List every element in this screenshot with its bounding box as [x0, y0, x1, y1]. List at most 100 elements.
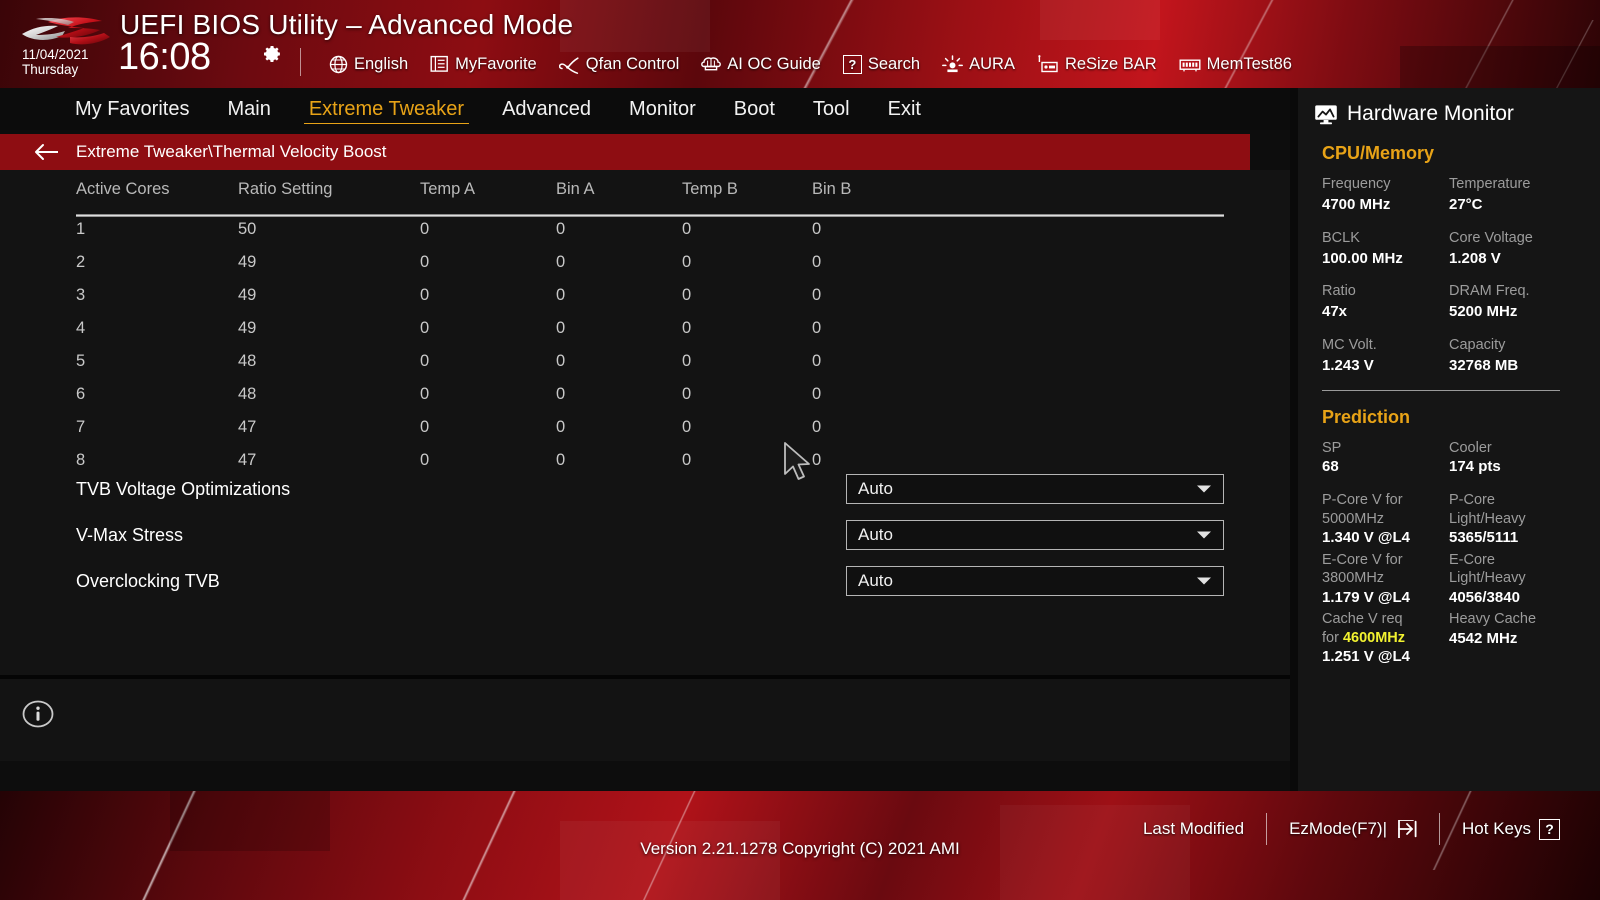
- tab-exit[interactable]: Exit: [869, 88, 940, 130]
- hwmon-gutter: [1290, 88, 1298, 791]
- language-button[interactable]: English: [318, 50, 419, 78]
- cell-bin-a[interactable]: 0: [556, 312, 682, 345]
- table-row[interactable]: 3 49 0 0 0 0: [76, 279, 1226, 312]
- pred-cache-v-value: 1.251 V @L4: [1322, 648, 1411, 666]
- cell-active-cores: 4: [76, 319, 86, 337]
- cell-bin-b[interactable]: 0: [812, 312, 1226, 345]
- table-row[interactable]: 1 50 0 0 0 0: [76, 213, 1226, 246]
- cell-bin-a[interactable]: 0: [556, 411, 682, 444]
- cell-bin-b[interactable]: 0: [812, 279, 1226, 312]
- tab-boot[interactable]: Boot: [715, 88, 794, 130]
- myfavorite-label: MyFavorite: [455, 54, 537, 73]
- pred-ecore-v: E-Core V for 3800MHz 1.179 V @L4: [1322, 551, 1449, 608]
- pred-sp-value: 68: [1322, 458, 1339, 476]
- back-arrow-icon[interactable]: [34, 143, 60, 161]
- pred-pcore-v-value: 1.340 V @L4: [1322, 529, 1411, 547]
- cell-bin-b[interactable]: 0: [812, 246, 1226, 279]
- cell-bin-a[interactable]: 0: [556, 378, 682, 411]
- cell-temp-b[interactable]: 0: [682, 411, 812, 444]
- tab-extreme-tweaker[interactable]: Extreme Tweaker: [290, 88, 483, 130]
- cell-ratio-setting[interactable]: 49: [238, 246, 420, 279]
- cell-bin-a[interactable]: 0: [556, 213, 682, 246]
- qfan-control-button[interactable]: Qfan Control: [548, 50, 691, 78]
- question-box-icon: ?: [1539, 818, 1560, 840]
- cell-bin-a[interactable]: 0: [556, 345, 682, 378]
- setting-row-v-max-stress: V-Max Stress Auto: [76, 513, 1224, 557]
- chevron-down-icon: [1197, 531, 1211, 539]
- pred-ecore-lh-label-2: Light/Heavy: [1449, 570, 1526, 587]
- cell-temp-a[interactable]: 0: [420, 345, 556, 378]
- cell-ratio-setting[interactable]: 47: [238, 411, 420, 444]
- cell-bin-b[interactable]: 0: [812, 345, 1226, 378]
- table-row[interactable]: 4 49 0 0 0 0: [76, 312, 1226, 345]
- hwmon-ratio: Ratio 47x: [1322, 282, 1449, 322]
- cell-ratio-setting[interactable]: 48: [238, 378, 420, 411]
- gear-icon[interactable]: [262, 44, 282, 64]
- cell-bin-a[interactable]: 0: [556, 246, 682, 279]
- ai-oc-guide-button[interactable]: AI OC Guide: [690, 50, 832, 78]
- hwmon-ratio-value: 47x: [1322, 303, 1348, 321]
- globe-icon: [329, 55, 348, 73]
- overclocking-tvb-value: Auto: [858, 571, 893, 590]
- tab-advanced[interactable]: Advanced: [483, 88, 610, 130]
- cell-temp-b[interactable]: 0: [682, 378, 812, 411]
- col-header-bin-b: Bin B: [812, 180, 852, 198]
- cell-ratio-setting[interactable]: 48: [238, 345, 420, 378]
- overclocking-tvb-label: Overclocking TVB: [76, 570, 220, 591]
- table-row[interactable]: 6 48 0 0 0 0: [76, 378, 1226, 411]
- cell-temp-a[interactable]: 0: [420, 312, 556, 345]
- pred-row-pcore: P-Core V for 5000MHz 1.340 V @L4 P-Core …: [1322, 491, 1584, 548]
- table-row[interactable]: 7 47 0 0 0 0: [76, 411, 1226, 444]
- tab-monitor[interactable]: Monitor: [610, 88, 715, 130]
- aura-button[interactable]: AURA: [931, 50, 1026, 78]
- cell-ratio-setting[interactable]: 50: [238, 213, 420, 246]
- cell-temp-b[interactable]: 0: [682, 279, 812, 312]
- ezmode-button[interactable]: EzMode(F7)|: [1267, 812, 1439, 846]
- resize-bar-button[interactable]: ReSize BAR: [1026, 50, 1168, 78]
- cell-bin-a[interactable]: 0: [556, 279, 682, 312]
- myfavorite-button[interactable]: MyFavorite: [419, 50, 548, 78]
- cell-bin-b[interactable]: 0: [812, 378, 1226, 411]
- fan-icon: [558, 56, 579, 74]
- overclocking-tvb-dropdown[interactable]: Auto: [846, 566, 1224, 596]
- cell-temp-a[interactable]: 0: [420, 378, 556, 411]
- cell-bin-b[interactable]: 0: [812, 411, 1226, 444]
- memtest86-button[interactable]: MemTest86: [1168, 50, 1303, 78]
- last-modified-button[interactable]: Last Modified: [1121, 812, 1266, 846]
- cell-temp-a[interactable]: 0: [420, 213, 556, 246]
- table-row[interactable]: 5 48 0 0 0 0: [76, 345, 1226, 378]
- cell-ratio-setting[interactable]: 49: [238, 312, 420, 345]
- info-strip: [0, 675, 1290, 761]
- hwmon-core-voltage: Core Voltage 1.208 V: [1449, 229, 1576, 269]
- tab-main[interactable]: Main: [208, 88, 289, 130]
- hwmon-temperature: Temperature 27°C: [1449, 175, 1576, 215]
- cell-temp-a[interactable]: 0: [420, 246, 556, 279]
- v-max-stress-dropdown[interactable]: Auto: [846, 520, 1224, 550]
- cell-temp-b[interactable]: 0: [682, 345, 812, 378]
- pred-heavy-cache-value: 4542 MHz: [1449, 629, 1518, 647]
- hwmon-dram-freq: DRAM Freq. 5200 MHz: [1449, 282, 1576, 322]
- cell-temp-a[interactable]: 0: [420, 279, 556, 312]
- table-row[interactable]: 2 49 0 0 0 0: [76, 246, 1226, 279]
- search-button[interactable]: ? Search: [832, 50, 931, 78]
- hwmon-temperature-value: 27°C: [1449, 196, 1483, 214]
- tvb-voltage-optimizations-dropdown[interactable]: Auto: [846, 474, 1224, 504]
- tvb-voltage-optimizations-value: Auto: [858, 479, 893, 498]
- tab-my-favorites[interactable]: My Favorites: [56, 88, 208, 130]
- col-header-temp-a: Temp A: [420, 180, 476, 198]
- cell-temp-a[interactable]: 0: [420, 411, 556, 444]
- pred-cache-v-label: Cache V req: [1322, 610, 1403, 627]
- hot-keys-button[interactable]: Hot Keys ?: [1440, 812, 1582, 846]
- cell-temp-b[interactable]: 0: [682, 213, 812, 246]
- brain-icon: [701, 56, 722, 70]
- pred-pcore-light-heavy: P-Core Light/Heavy 5365/5111: [1449, 491, 1576, 548]
- cell-ratio-setting[interactable]: 49: [238, 279, 420, 312]
- chevron-down-icon: [1197, 577, 1211, 585]
- hwmon-core-voltage-value: 1.208 V: [1449, 249, 1501, 267]
- tab-tool[interactable]: Tool: [794, 88, 869, 130]
- cell-temp-b[interactable]: 0: [682, 246, 812, 279]
- cell-bin-b[interactable]: 0: [812, 213, 1226, 246]
- breadcrumb-wrap: Extreme Tweaker\Thermal Velocity Boost: [0, 134, 1250, 170]
- info-icon[interactable]: [22, 698, 54, 730]
- cell-temp-b[interactable]: 0: [682, 312, 812, 345]
